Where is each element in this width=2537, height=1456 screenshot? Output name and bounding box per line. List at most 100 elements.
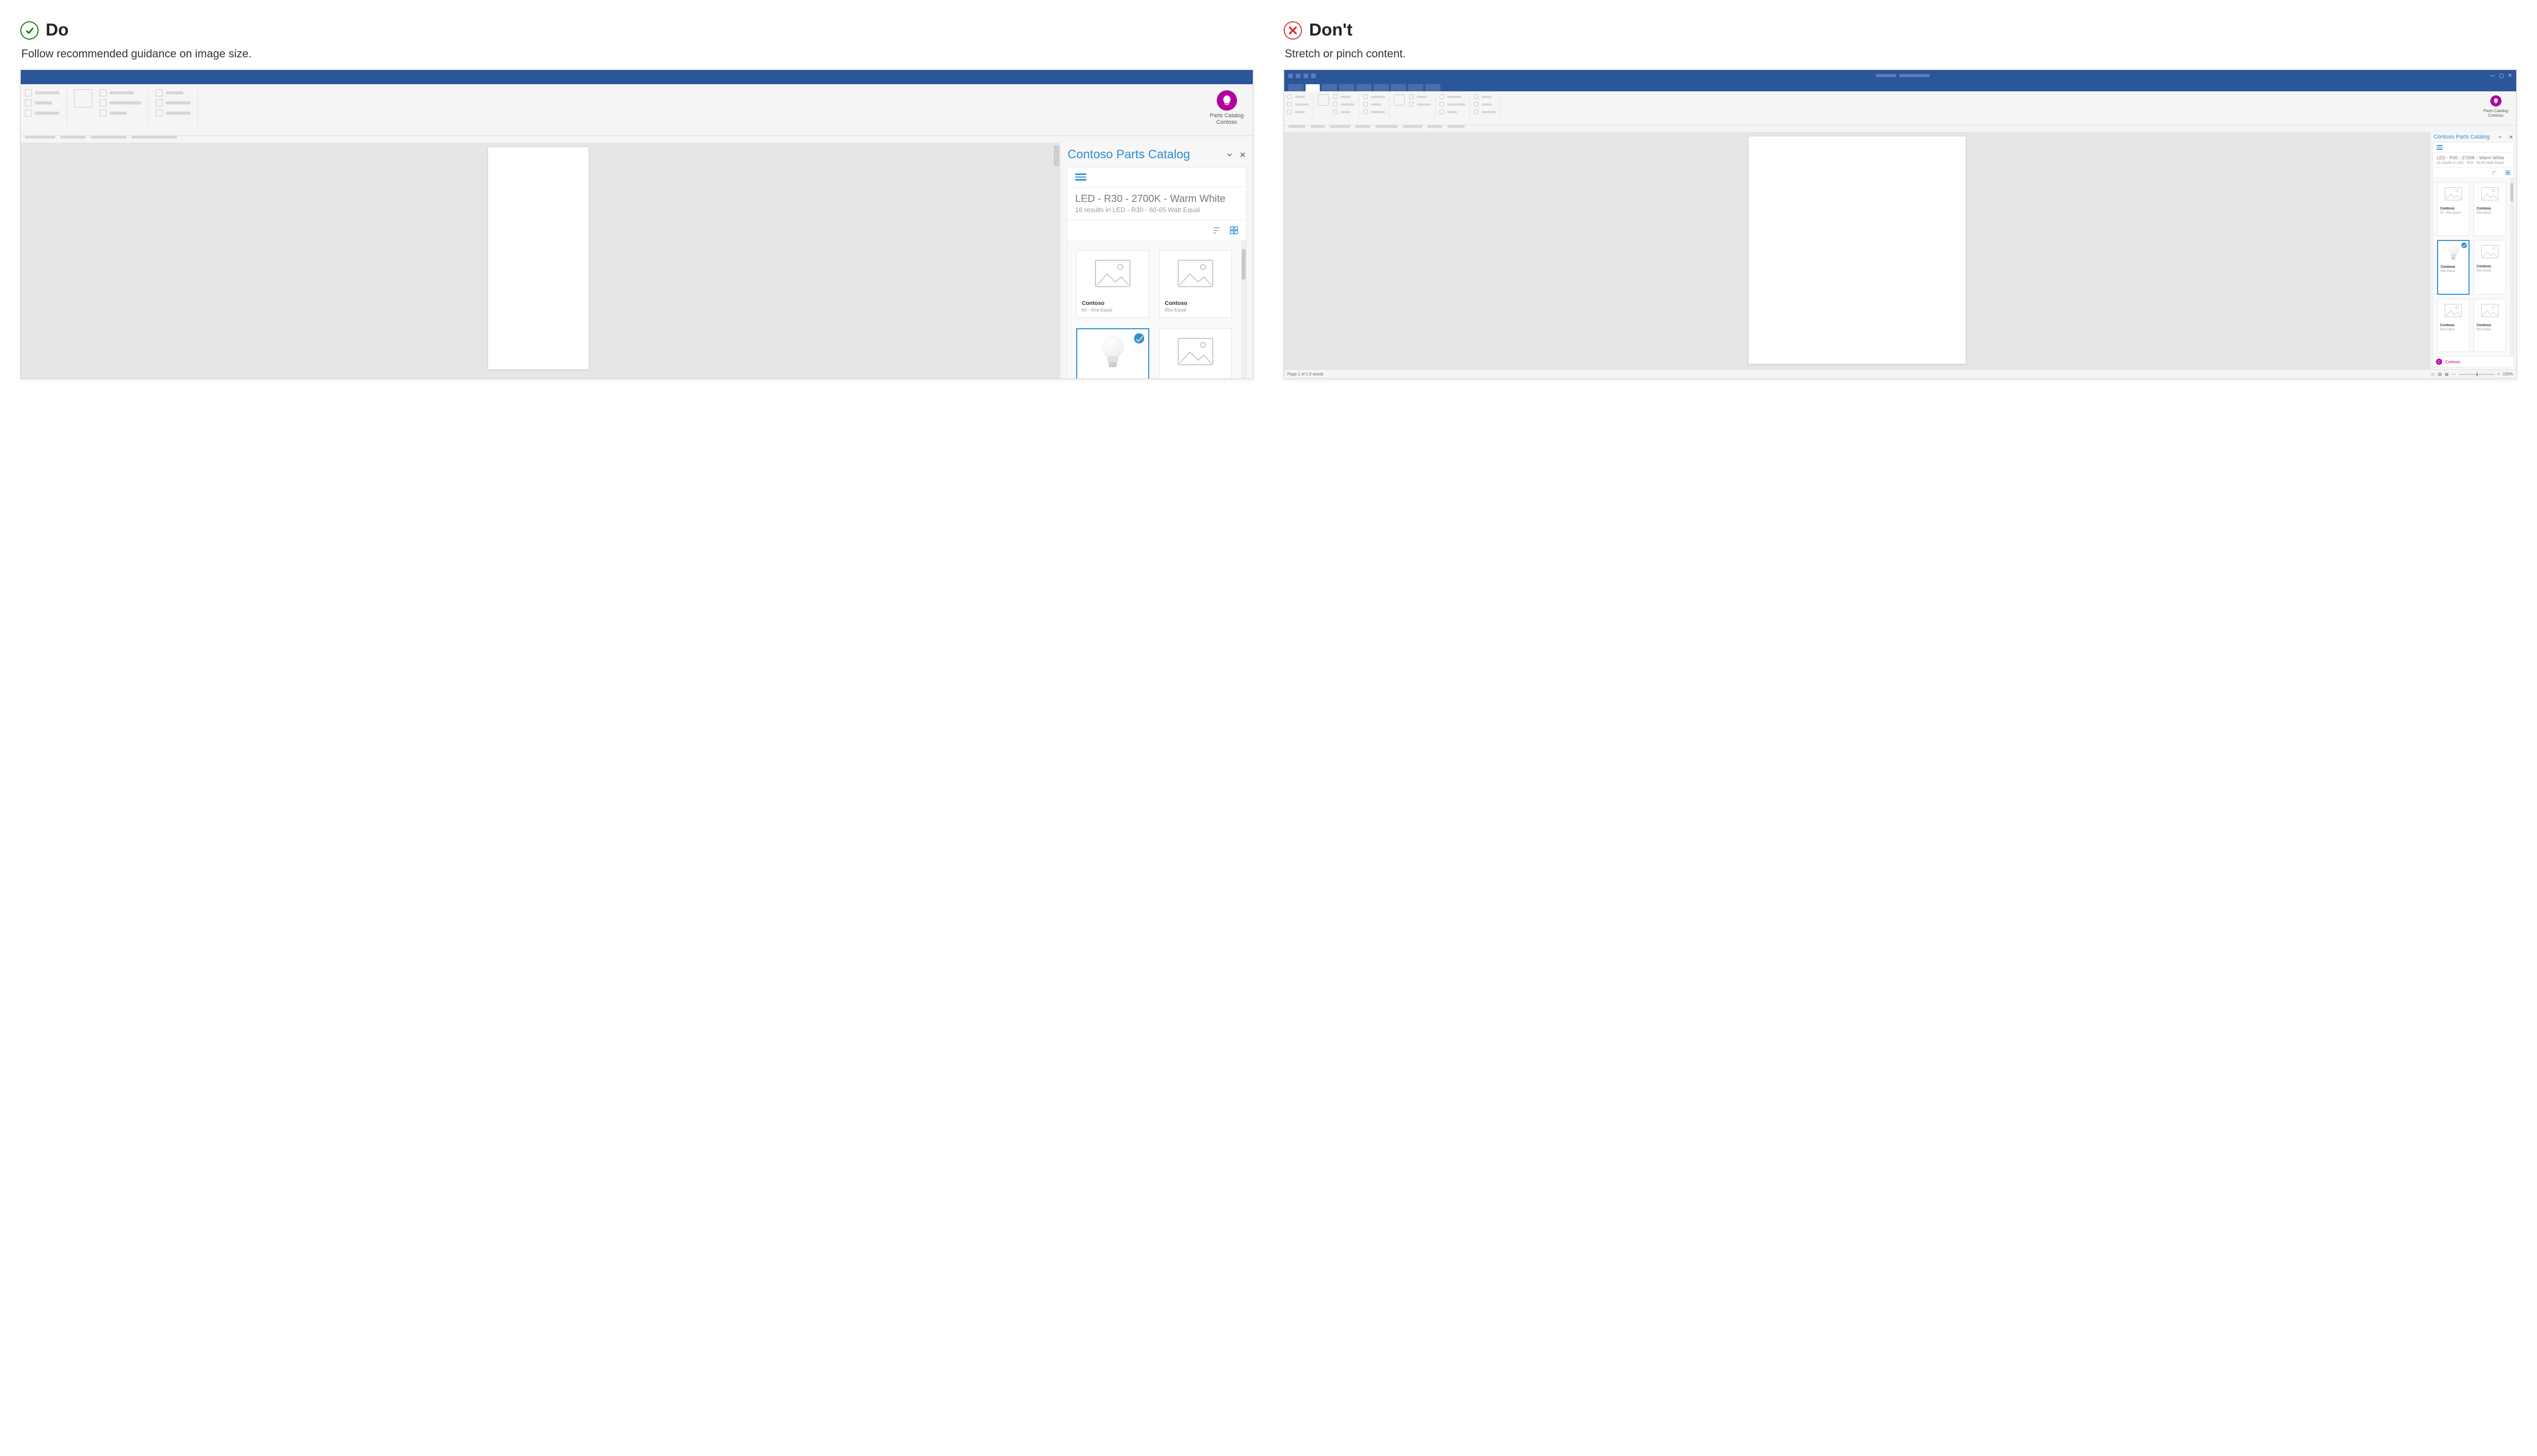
word-statusbar: Page 1 of 1 0 words ▭ ▥ ▤ — + 100% [1284,369,2516,378]
brand-badge-icon: C [2436,359,2442,365]
parts-catalog-ribbon-button[interactable]: Parts Catalog Contoso [1205,89,1249,126]
taskpane-title: Contoso Parts Catalog [1068,148,1190,162]
sort-icon[interactable] [2492,170,2496,175]
hamburger-menu-icon[interactable] [1075,174,1086,181]
image-placeholder-icon [2445,304,2462,317]
taskpane-scrollbar[interactable] [1241,241,1246,379]
dont-preview: — ▢ ✕ [1284,70,2517,379]
do-icon [20,21,39,40]
selected-badge-icon [1134,333,1144,343]
hamburger-menu-icon[interactable] [2437,145,2443,150]
product-brand: Contoso [1165,300,1227,306]
taskpane-footer[interactable]: C Contoso [2433,356,2514,367]
do-preview: Parts Catalog Contoso Contoso Parts Cata… [20,70,1253,379]
word-titlebar: — ▢ ✕ [1284,70,2516,81]
product-card[interactable]: Contoso 60 - 65w Equal [2437,182,2470,236]
product-card[interactable]: Contoso 60 - 65w Equal [1076,250,1149,318]
window-close-icon[interactable]: ✕ [2508,73,2512,79]
dont-icon [1284,21,1302,40]
product-card[interactable]: Contoso 65w Equal [1159,328,1232,379]
product-desc: 65w Equal [2477,269,2503,272]
category-breadcrumb: LED - R30 - 2700K - Warm White [1075,193,1238,205]
product-desc: 85w Equal [2477,212,2503,215]
statusbar-left: Page 1 of 1 0 words [1287,372,1323,376]
product-card[interactable]: Contoso 85w Equal [2474,182,2506,236]
taskpane-menu-caret-icon[interactable] [2498,135,2502,139]
sort-icon[interactable] [1213,226,1221,234]
product-brand: Contoso [1165,378,1227,379]
ribbon-group-labels [1284,125,2516,132]
product-brand: Contoso [2477,265,2503,268]
product-brand: Contoso [2440,324,2466,327]
taskpane-menu-caret-icon[interactable] [1226,152,1232,158]
ribbon-group-labels [21,136,1253,143]
grid-view-icon[interactable] [1230,226,1238,234]
do-heading: Do [46,20,68,40]
product-desc: 65w Equal [2440,328,2466,331]
product-desc: 65w Equal [2441,270,2466,273]
word-titlebar [21,70,1253,84]
taskpane-scrollbar[interactable] [2510,178,2514,357]
quick-access-toolbar[interactable] [1288,74,1316,78]
do-caption: Follow recommended guidance on image siz… [21,47,1253,60]
product-card[interactable]: Contoso 65w Equal [1076,328,1149,379]
product-brand: Contoso [2477,207,2503,211]
taskpane-close-icon[interactable] [1240,152,1246,158]
zoom-value: 100% [2503,372,2513,376]
product-card[interactable]: Contoso 85w Equal [1159,250,1232,318]
taskpane: Contoso Parts Catalog LED - R30 - 2700K … [2430,132,2516,369]
selected-badge-icon [2461,242,2467,248]
view-mode-icon[interactable]: ▭ [2431,372,2435,376]
grid-view-icon[interactable] [2506,170,2510,175]
results-count: 16 results in LED - R30 - 60-65 Watt Equ… [1075,206,1238,214]
product-desc: 85w Equal [1165,307,1227,313]
results-count: 16 results in LED - R30 - 60-65 Watt Equ… [2437,161,2510,165]
dont-caption: Stretch or pinch content. [1285,47,2517,60]
product-brand: Contoso [2477,324,2503,327]
taskpane: Contoso Parts Catalog LED - R30 - 2700K … [1060,143,1253,379]
view-mode-icon[interactable]: ▥ [2438,372,2442,376]
zoom-out-icon[interactable]: — [2452,372,2456,376]
parts-catalog-ribbon-button[interactable]: Parts Catalog Contoso [2479,94,2513,119]
addin-label-line1: Parts Catalog [2484,109,2508,113]
product-desc: 60 - 65w Equal [1082,307,1144,313]
taskpane-close-icon[interactable] [2509,135,2513,139]
category-breadcrumb: LED - R30 - 2700K - Warm White [2437,155,2510,160]
addin-label-line2: Contoso [1210,119,1244,126]
window-maximize-icon[interactable]: ▢ [2499,73,2504,79]
addin-label-line2: Contoso [2484,113,2508,118]
left-scroll-rail[interactable] [1053,143,1060,379]
document-page[interactable] [488,147,589,370]
image-placeholder-icon [1178,260,1213,287]
image-placeholder-icon [2481,304,2498,317]
product-brand: Contoso [2440,207,2466,211]
taskpane-title: Contoso Parts Catalog [2433,134,2490,140]
dont-heading: Don't [1309,20,1353,40]
bulb-photo [2448,244,2459,260]
addin-label-line1: Parts Catalog [1210,113,1244,119]
zoom-slider[interactable] [2459,374,2494,375]
bulb-photo [1102,336,1124,368]
image-placeholder-icon [2445,187,2462,200]
zoom-in-icon[interactable]: + [2497,372,2500,376]
view-mode-icon[interactable]: ▤ [2445,372,2449,376]
window-minimize-icon[interactable]: — [2490,73,2495,79]
product-desc: 60 - 65w Equal [2440,212,2466,215]
image-placeholder-icon [2481,245,2498,258]
taskpane-footer-label: Contoso [2445,360,2460,364]
image-placeholder-icon [1095,260,1130,287]
ribbon-tabstrip[interactable] [1284,81,2516,91]
results-grid: Contoso 60 - 65w Equal Contoso 85w Equal… [1067,241,1241,379]
product-card[interactable]: Contoso 65w Equal [2437,240,2470,295]
window-title-placeholder [1876,74,1930,77]
product-brand: Contoso [1082,300,1144,306]
lightbulb-icon [1217,90,1237,111]
image-placeholder-icon [1178,338,1213,365]
image-placeholder-icon [2481,187,2498,200]
document-page[interactable] [1748,136,1966,364]
product-card[interactable]: Contoso 65w Equal [2437,299,2470,353]
lightbulb-icon [2490,95,2501,107]
word-ribbon: Parts Catalog Contoso [21,84,1253,136]
product-card[interactable]: Contoso 65w Equal [2474,240,2506,295]
product-card[interactable]: Contoso 65w Equal [2474,299,2506,353]
